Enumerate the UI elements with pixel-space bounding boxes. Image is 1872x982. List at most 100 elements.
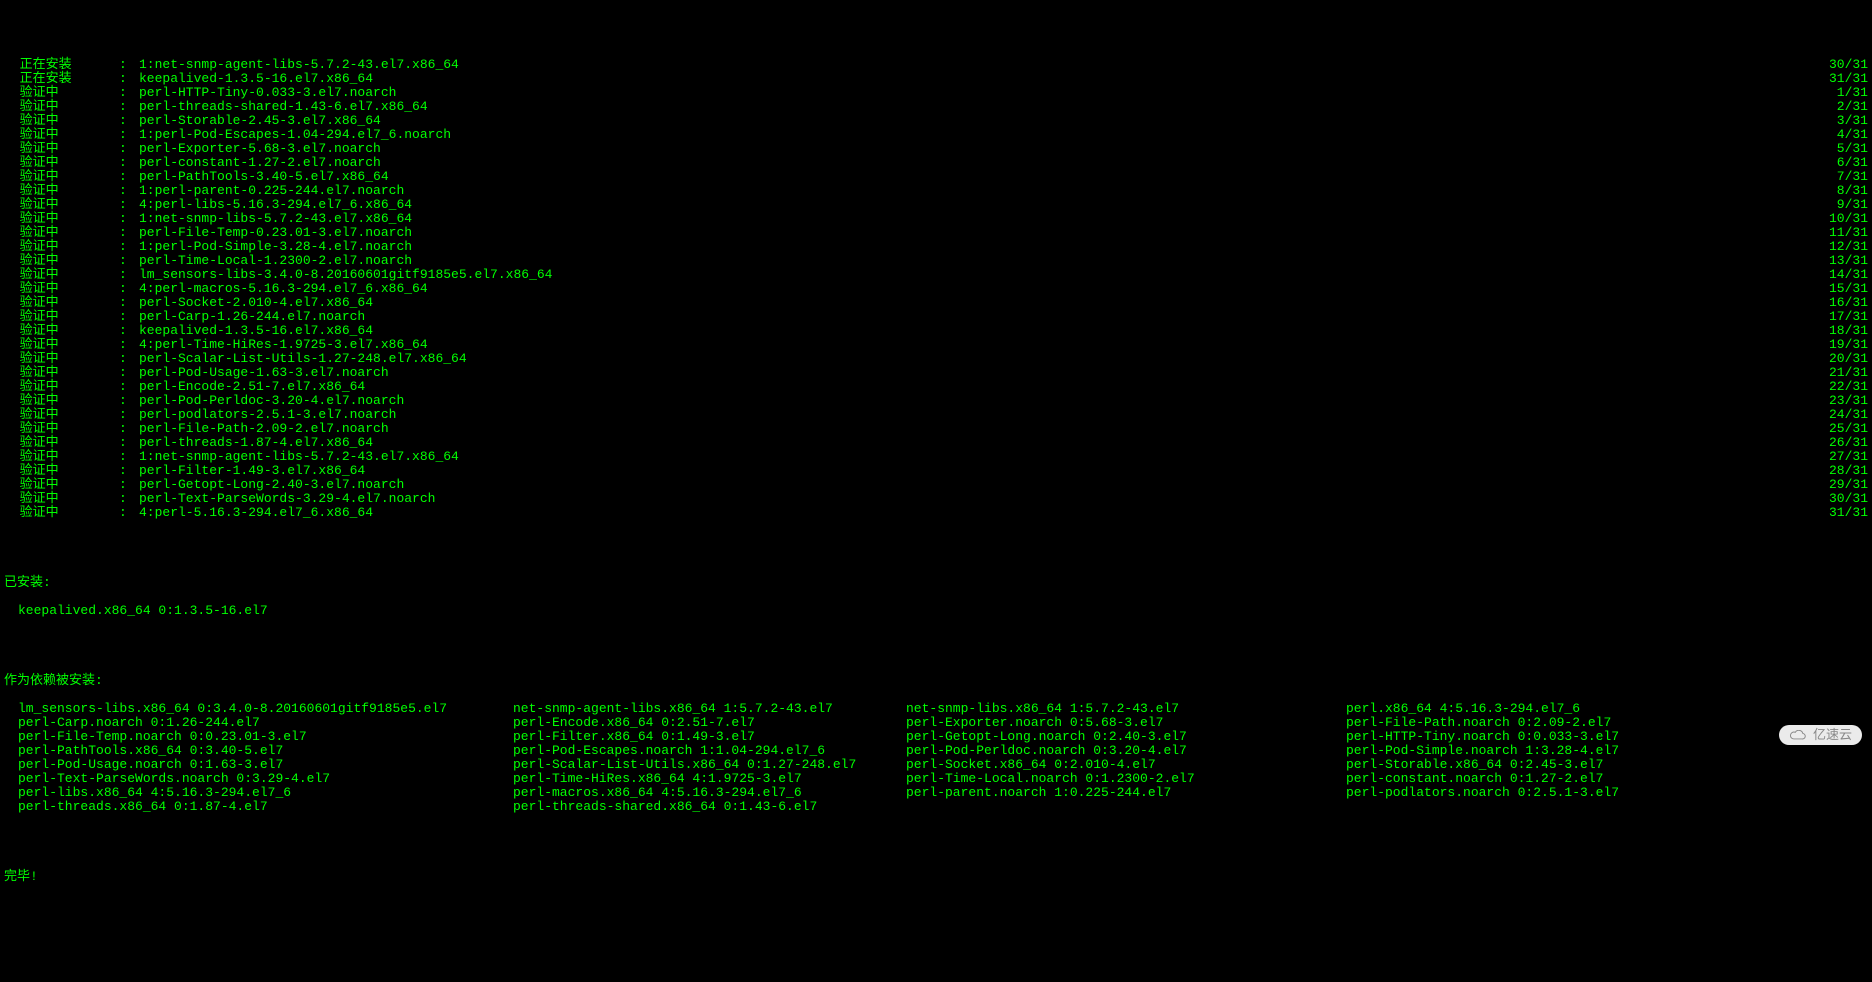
package-name: perl-File-Path-2.09-2.el7.noarch xyxy=(139,422,1808,436)
status: 验证中 xyxy=(4,142,119,156)
package-name: perl-HTTP-Tiny-0.033-3.el7.noarch xyxy=(139,86,1808,100)
log-line: 验证中: perl-File-Path-2.09-2.el7.noarch25/… xyxy=(4,422,1868,436)
progress-counter: 5/31 xyxy=(1808,142,1868,156)
log-line: 验证中: perl-Pod-Usage-1.63-3.el7.noarch21/… xyxy=(4,366,1868,380)
log-line: 验证中: perl-Carp-1.26-244.el7.noarch17/31 xyxy=(4,310,1868,324)
status: 验证中 xyxy=(4,478,119,492)
colon: : xyxy=(119,338,139,352)
progress-counter: 28/31 xyxy=(1808,464,1868,478)
log-line: 验证中: 1:perl-Pod-Escapes-1.04-294.el7_6.n… xyxy=(4,128,1868,142)
colon: : xyxy=(119,198,139,212)
progress-counter: 20/31 xyxy=(1808,352,1868,366)
package-name: 4:perl-5.16.3-294.el7_6.x86_64 xyxy=(139,506,1808,520)
progress-counter: 8/31 xyxy=(1808,184,1868,198)
status: 正在安装 xyxy=(4,58,119,72)
package-name: keepalived-1.3.5-16.el7.x86_64 xyxy=(139,324,1808,338)
package-name: 1:net-snmp-libs-5.7.2-43.el7.x86_64 xyxy=(139,212,1808,226)
colon: : xyxy=(119,366,139,380)
colon: : xyxy=(119,240,139,254)
log-line: 验证中: perl-Time-Local-1.2300-2.el7.noarch… xyxy=(4,254,1868,268)
log-line: 验证中: keepalived-1.3.5-16.el7.x86_6418/31 xyxy=(4,324,1868,338)
progress-counter: 11/31 xyxy=(1808,226,1868,240)
colon: : xyxy=(119,268,139,282)
package-name: perl-Filter-1.49-3.el7.x86_64 xyxy=(139,464,1808,478)
progress-counter: 30/31 xyxy=(1808,58,1868,72)
colon: : xyxy=(119,156,139,170)
progress-counter: 14/31 xyxy=(1808,268,1868,282)
dependency-item: perl-Storable.x86_64 0:2.45-3.el7 xyxy=(1346,758,1746,772)
package-name: 4:perl-libs-5.16.3-294.el7_6.x86_64 xyxy=(139,198,1808,212)
status: 验证中 xyxy=(4,380,119,394)
status: 验证中 xyxy=(4,394,119,408)
progress-counter: 27/31 xyxy=(1808,450,1868,464)
dependency-item: perl-Carp.noarch 0:1.26-244.el7 xyxy=(18,716,513,730)
dependency-item: net-snmp-libs.x86_64 1:5.7.2-43.el7 xyxy=(906,702,1346,716)
dependency-item: perl-Socket.x86_64 0:2.010-4.el7 xyxy=(906,758,1346,772)
progress-counter: 24/31 xyxy=(1808,408,1868,422)
package-name: perl-Getopt-Long-2.40-3.el7.noarch xyxy=(139,478,1808,492)
package-name: perl-Exporter-5.68-3.el7.noarch xyxy=(139,142,1808,156)
dependency-item: perl-Pod-Escapes.noarch 1:1.04-294.el7_6 xyxy=(513,744,906,758)
package-name: perl-podlators-2.5.1-3.el7.noarch xyxy=(139,408,1808,422)
package-name: 4:perl-Time-HiRes-1.9725-3.el7.x86_64 xyxy=(139,338,1808,352)
colon: : xyxy=(119,184,139,198)
progress-counter: 21/31 xyxy=(1808,366,1868,380)
progress-counter: 1/31 xyxy=(1808,86,1868,100)
dependency-list: lm_sensors-libs.x86_64 0:3.4.0-8.2016060… xyxy=(4,702,1868,814)
status: 验证中 xyxy=(4,296,119,310)
dependency-item: perl-threads-shared.x86_64 0:1.43-6.el7 xyxy=(513,800,906,814)
progress-counter: 7/31 xyxy=(1808,170,1868,184)
dependency-item: perl-File-Temp.noarch 0:0.23.01-3.el7 xyxy=(18,730,513,744)
package-name: 1:perl-Pod-Escapes-1.04-294.el7_6.noarch xyxy=(139,128,1808,142)
status: 验证中 xyxy=(4,450,119,464)
dependency-item: perl.x86_64 4:5.16.3-294.el7_6 xyxy=(1346,702,1746,716)
package-name: perl-File-Temp-0.23.01-3.el7.noarch xyxy=(139,226,1808,240)
package-name: perl-Storable-2.45-3.el7.x86_64 xyxy=(139,114,1808,128)
status: 验证中 xyxy=(4,184,119,198)
dependency-item: perl-Time-Local.noarch 0:1.2300-2.el7 xyxy=(906,772,1346,786)
colon: : xyxy=(119,226,139,240)
status: 验证中 xyxy=(4,338,119,352)
log-line: 验证中: 1:net-snmp-agent-libs-5.7.2-43.el7.… xyxy=(4,450,1868,464)
progress-counter: 15/31 xyxy=(1808,282,1868,296)
log-line: 验证中: perl-Filter-1.49-3.el7.x86_6428/31 xyxy=(4,464,1868,478)
log-line: 验证中: 1:perl-parent-0.225-244.el7.noarch8… xyxy=(4,184,1868,198)
status: 验证中 xyxy=(4,422,119,436)
status: 验证中 xyxy=(4,100,119,114)
log-line: 验证中: 1:perl-Pod-Simple-3.28-4.el7.noarch… xyxy=(4,240,1868,254)
package-name: perl-PathTools-3.40-5.el7.x86_64 xyxy=(139,170,1808,184)
progress-counter: 3/31 xyxy=(1808,114,1868,128)
log-line: 验证中: perl-HTTP-Tiny-0.033-3.el7.noarch1/… xyxy=(4,86,1868,100)
package-name: perl-Text-ParseWords-3.29-4.el7.noarch xyxy=(139,492,1808,506)
package-name: 1:perl-parent-0.225-244.el7.noarch xyxy=(139,184,1808,198)
colon: : xyxy=(119,58,139,72)
package-name: 1:perl-Pod-Simple-3.28-4.el7.noarch xyxy=(139,240,1808,254)
dependency-item: perl-threads.x86_64 0:1.87-4.el7 xyxy=(18,800,513,814)
package-name: perl-Encode-2.51-7.el7.x86_64 xyxy=(139,380,1808,394)
progress-counter: 6/31 xyxy=(1808,156,1868,170)
package-name: 4:perl-macros-5.16.3-294.el7_6.x86_64 xyxy=(139,282,1808,296)
colon: : xyxy=(119,100,139,114)
progress-counter: 4/31 xyxy=(1808,128,1868,142)
progress-counter: 2/31 xyxy=(1808,100,1868,114)
status: 验证中 xyxy=(4,366,119,380)
dependency-item: perl-Encode.x86_64 0:2.51-7.el7 xyxy=(513,716,906,730)
complete-text: 完毕! xyxy=(4,870,1868,884)
package-name: perl-Pod-Perldoc-3.20-4.el7.noarch xyxy=(139,394,1808,408)
log-line: 验证中: 4:perl-5.16.3-294.el7_6.x86_6431/31 xyxy=(4,506,1868,520)
colon: : xyxy=(119,422,139,436)
dependency-item: perl-File-Path.noarch 0:2.09-2.el7 xyxy=(1346,716,1746,730)
progress-counter: 12/31 xyxy=(1808,240,1868,254)
dependency-item: perl-libs.x86_64 4:5.16.3-294.el7_6 xyxy=(18,786,513,800)
progress-counter: 13/31 xyxy=(1808,254,1868,268)
log-line: 验证中: lm_sensors-libs-3.4.0-8.20160601git… xyxy=(4,268,1868,282)
progress-counter: 10/31 xyxy=(1808,212,1868,226)
dependency-item: perl-podlators.noarch 0:2.5.1-3.el7 xyxy=(1346,786,1746,800)
installed-package: keepalived.x86_64 0:1.3.5-16.el7 xyxy=(4,604,1868,618)
log-line: 验证中: perl-threads-1.87-4.el7.x86_6426/31 xyxy=(4,436,1868,450)
dependency-item: perl-macros.x86_64 4:5.16.3-294.el7_6 xyxy=(513,786,906,800)
status: 验证中 xyxy=(4,198,119,212)
package-name: perl-constant-1.27-2.el7.noarch xyxy=(139,156,1808,170)
dependency-item: perl-Pod-Simple.noarch 1:3.28-4.el7 xyxy=(1346,744,1746,758)
package-name: 1:net-snmp-agent-libs-5.7.2-43.el7.x86_6… xyxy=(139,58,1808,72)
